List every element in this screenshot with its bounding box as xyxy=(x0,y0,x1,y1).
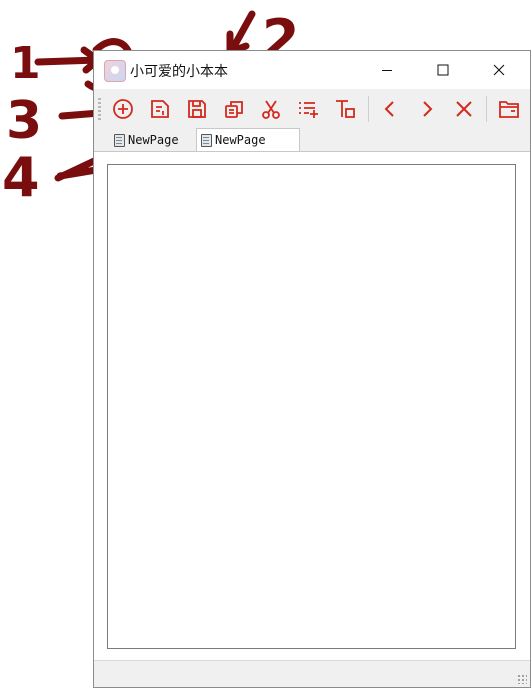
notebook-icon xyxy=(114,133,125,147)
app-window: 小可爱的小本本 NewPage NewPage xyxy=(93,50,531,688)
tab-newpage-2[interactable]: NewPage xyxy=(196,128,300,151)
close-icon xyxy=(493,64,505,76)
minimize-button[interactable] xyxy=(364,51,410,89)
chevron-left-icon xyxy=(384,101,394,117)
chevron-right-icon xyxy=(423,101,433,117)
tab-label: NewPage xyxy=(215,133,266,147)
toolbar xyxy=(94,89,530,128)
toolbar-separator xyxy=(368,96,369,122)
close-window-button[interactable] xyxy=(476,51,522,89)
annotation-label-3: 3 xyxy=(6,91,42,151)
scissors-icon xyxy=(262,100,280,119)
plus-circle-icon xyxy=(113,99,133,119)
maximize-button[interactable] xyxy=(420,51,466,89)
maximize-icon xyxy=(437,64,449,76)
tab-content xyxy=(94,151,530,662)
open-file-button[interactable] xyxy=(147,96,173,122)
close-tab-button[interactable] xyxy=(451,96,477,122)
file-icon xyxy=(151,100,169,118)
tab-bar: NewPage NewPage xyxy=(94,127,530,151)
notebook-icon xyxy=(201,133,212,147)
window-title: 小可爱的小本本 xyxy=(130,64,228,80)
text-editor[interactable] xyxy=(107,164,516,649)
new-button[interactable] xyxy=(110,96,136,122)
text-format-button[interactable] xyxy=(332,96,358,122)
tab-label: NewPage xyxy=(128,133,179,147)
insert-list-button[interactable] xyxy=(295,96,321,122)
annotation-arrow-2 xyxy=(226,10,256,56)
toolbar-grip[interactable] xyxy=(98,98,101,120)
save-icon xyxy=(188,100,206,118)
folder-button[interactable] xyxy=(496,96,522,122)
resize-grip[interactable] xyxy=(517,674,527,684)
annotation-arrow-1 xyxy=(34,46,102,74)
status-bar xyxy=(94,660,530,687)
cut-button[interactable] xyxy=(258,96,284,122)
copy-icon xyxy=(225,101,243,118)
copy-button[interactable] xyxy=(221,96,247,122)
folder-icon xyxy=(499,101,519,118)
previous-button[interactable] xyxy=(377,96,403,122)
next-button[interactable] xyxy=(414,96,440,122)
annotation-label-4: 4 xyxy=(2,146,40,209)
save-button[interactable] xyxy=(184,96,210,122)
tab-newpage-1[interactable]: NewPage xyxy=(110,130,210,150)
title-bar[interactable]: 小可爱的小本本 xyxy=(94,51,530,89)
text-format-icon xyxy=(336,100,355,118)
annotation-label-1: 1 xyxy=(10,38,41,89)
app-icon[interactable] xyxy=(104,60,126,82)
toolbar-separator xyxy=(486,96,487,122)
list-add-icon xyxy=(299,102,318,118)
close-icon xyxy=(456,101,472,117)
minimize-icon xyxy=(382,70,392,71)
